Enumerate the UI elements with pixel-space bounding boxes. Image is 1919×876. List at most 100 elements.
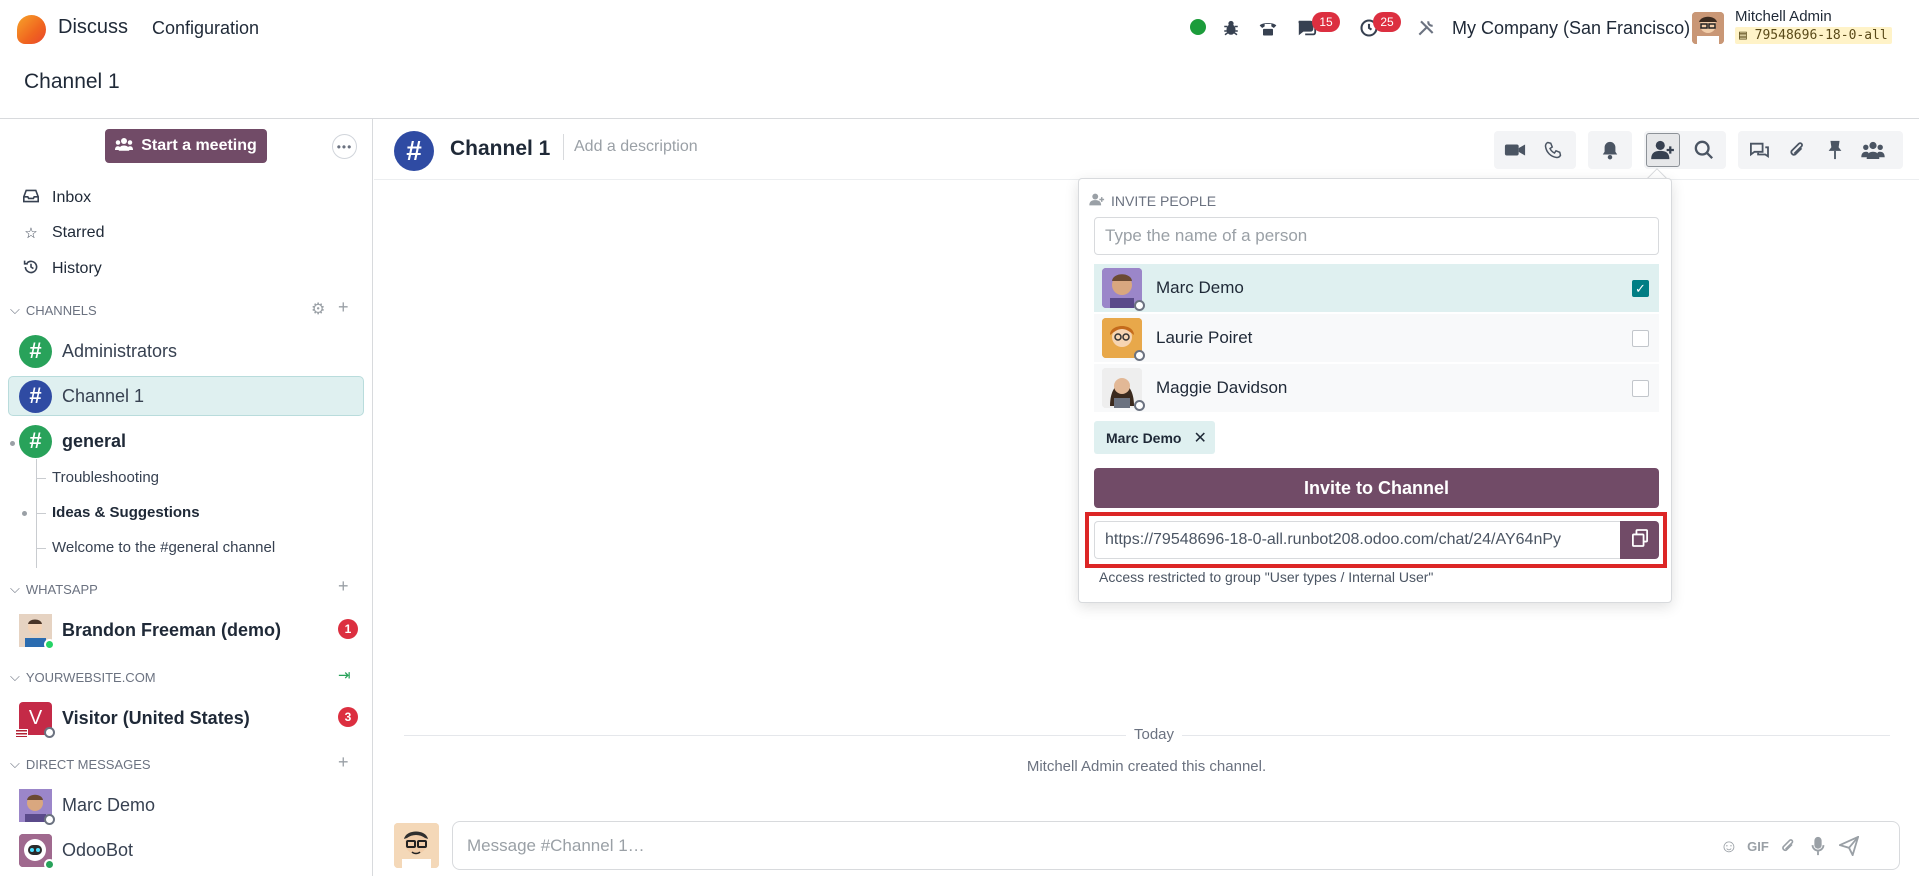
offline-status-icon xyxy=(1134,400,1145,411)
invite-to-channel-button[interactable]: Invite to Channel xyxy=(1094,468,1659,508)
channel-created-notification: Mitchell Admin created this channel. xyxy=(1026,758,1267,775)
direct-messages-category[interactable]: ⌵ Direct messages xyxy=(10,756,151,772)
whatsapp-category[interactable]: ⌵ WhatsApp xyxy=(10,581,98,597)
voice-message-microphone-icon[interactable] xyxy=(1806,834,1830,858)
thread-tree-branch xyxy=(36,548,46,549)
sidebar-visitor[interactable]: V Visitor (United States) xyxy=(8,698,364,738)
person-selected-checkbox[interactable]: ✓ xyxy=(1632,280,1649,297)
discuss-sidebar: Start a meeting ••• Inbox ☆ Starred Hist… xyxy=(0,119,373,876)
user-plus-icon xyxy=(1089,193,1105,209)
threads-icon[interactable] xyxy=(1742,133,1776,167)
access-restriction-note: Access restricted to group "User types /… xyxy=(1099,569,1434,585)
tools-icon[interactable] xyxy=(1412,14,1440,42)
website-category[interactable]: ⌵ yourwebsite.com xyxy=(10,669,156,685)
channel-name: Administrators xyxy=(62,340,178,361)
notification-bell-icon[interactable] xyxy=(1593,133,1627,167)
gif-label: GIF xyxy=(1747,838,1769,854)
video-call-icon[interactable] xyxy=(1498,133,1532,167)
members-list-icon[interactable] xyxy=(1856,133,1890,167)
invite-link-value: https://79548696-18-0-all.runbot208.odoo… xyxy=(1105,531,1562,548)
sidebar-channel-administrators[interactable]: # Administrators xyxy=(8,331,364,371)
visitor-name: Visitor (United States) xyxy=(62,707,250,728)
breadcrumb: Channel 1 xyxy=(24,70,120,93)
message-input[interactable]: Message #Channel 1… xyxy=(467,836,645,856)
message-composer[interactable]: Message #Channel 1… ☺ GIF xyxy=(452,821,1900,870)
discuss-app-logo[interactable] xyxy=(17,15,46,44)
invite-people-icon[interactable] xyxy=(1646,133,1680,167)
sidebar-channel-channel-1[interactable]: # Channel 1 xyxy=(8,376,364,416)
invite-person-row[interactable]: Maggie Davidson xyxy=(1094,364,1659,412)
invite-person-row[interactable]: Marc Demo ✓ xyxy=(1094,264,1659,312)
thread-description-input[interactable]: Add a description xyxy=(563,134,698,160)
app-name[interactable]: Discuss xyxy=(58,16,128,39)
channels-category[interactable]: ⌵ Channels xyxy=(10,302,97,318)
invite-person-row[interactable]: Laurie Poiret xyxy=(1094,314,1659,362)
send-icon[interactable] xyxy=(1837,834,1861,858)
chevron-down-icon: ⌵ xyxy=(10,302,20,317)
start-meeting-label: Start a meeting xyxy=(141,137,257,154)
add-whatsapp-icon[interactable]: + xyxy=(338,576,349,597)
online-status-icon[interactable] xyxy=(1190,19,1206,35)
unread-count-badge: 1 xyxy=(338,619,358,639)
chevron-down-icon: ⌵ xyxy=(10,581,20,596)
search-icon[interactable] xyxy=(1687,133,1721,167)
website-category-label: yourwebsite.com xyxy=(25,669,156,685)
offline-status-icon xyxy=(1134,350,1145,361)
add-direct-message-icon[interactable]: + xyxy=(338,752,349,773)
thread-title[interactable]: Channel 1 xyxy=(450,137,550,161)
sub-channel-welcome[interactable]: Welcome to the #general channel xyxy=(52,539,275,556)
attachments-paperclip-icon[interactable] xyxy=(1780,133,1814,167)
sidebar-item-history[interactable]: History xyxy=(22,259,102,279)
contact-name: Brandon Freeman (demo) xyxy=(62,619,282,640)
sidebar-dm-odoobot[interactable]: OdooBot xyxy=(8,830,364,870)
top-navbar: Discuss Configuration 15 25 My Company (… xyxy=(0,0,1919,56)
start-meeting-button[interactable]: Start a meeting xyxy=(105,129,267,163)
person-name: Laurie Poiret xyxy=(1156,328,1253,347)
contact-avatar xyxy=(19,613,55,650)
attach-file-icon[interactable] xyxy=(1776,834,1800,858)
sidebar-item-label: Starred xyxy=(52,224,105,241)
chevron-down-icon: ⌵ xyxy=(10,669,20,684)
user-avatar[interactable] xyxy=(1692,12,1724,44)
company-switcher[interactable]: My Company (San Francisco) xyxy=(1452,18,1690,39)
add-channel-icon[interactable]: + xyxy=(338,297,349,318)
inbox-icon xyxy=(22,189,40,207)
sidebar-item-inbox[interactable]: Inbox xyxy=(22,189,91,207)
person-unselected-checkbox[interactable] xyxy=(1632,330,1649,347)
sidebar-item-starred[interactable]: ☆ Starred xyxy=(22,224,104,242)
user-name[interactable]: Mitchell Admin xyxy=(1735,8,1832,25)
copy-link-button[interactable] xyxy=(1620,521,1659,559)
sidebar-options-icon[interactable]: ••• xyxy=(332,134,357,159)
channel-hash-icon: # xyxy=(394,131,434,171)
offline-status-icon xyxy=(1134,300,1145,311)
sub-channel-ideas-suggestions[interactable]: Ideas & Suggestions xyxy=(52,504,200,521)
emoji-icon[interactable]: ☺ xyxy=(1717,834,1741,858)
invite-search-input[interactable] xyxy=(1094,217,1659,255)
sidebar-channel-general[interactable]: # general xyxy=(8,421,364,461)
debug-bug-icon[interactable] xyxy=(1217,14,1245,42)
channels-settings-gear-icon[interactable]: ⚙ xyxy=(311,299,325,319)
remove-chip-close-icon[interactable]: ✕ xyxy=(1193,428,1206,448)
person-name: Maggie Davidson xyxy=(1156,378,1288,397)
sub-channel-troubleshooting[interactable]: Troubleshooting xyxy=(52,469,159,486)
unread-count-badge: 3 xyxy=(338,707,358,727)
join-livechat-icon[interactable]: ⇥ xyxy=(338,666,351,684)
sidebar-whatsapp-contact[interactable]: Brandon Freeman (demo) xyxy=(8,610,364,650)
person-unselected-checkbox[interactable] xyxy=(1632,380,1649,397)
us-flag-icon xyxy=(15,728,28,738)
menu-configuration[interactable]: Configuration xyxy=(152,18,259,39)
sidebar-dm-marc-demo[interactable]: Marc Demo xyxy=(8,785,364,825)
voice-call-icon[interactable] xyxy=(1536,133,1570,167)
channel-hash-icon: # xyxy=(19,424,52,458)
gif-icon[interactable]: GIF xyxy=(1746,834,1770,858)
chevron-down-icon: ⌵ xyxy=(10,756,20,771)
phone-icon[interactable] xyxy=(1254,14,1282,42)
selected-person-chip: Marc Demo ✕ xyxy=(1094,421,1215,454)
pinned-messages-icon[interactable] xyxy=(1818,133,1852,167)
sidebar-item-label: Inbox xyxy=(52,189,92,206)
channel-hash-icon: # xyxy=(19,334,52,368)
channel-name: general xyxy=(62,430,127,451)
thread-header: # Channel 1 Add a description xyxy=(374,119,1919,180)
odoobot-avatar xyxy=(19,833,55,870)
invite-link-input[interactable]: https://79548696-18-0-all.runbot208.odoo… xyxy=(1094,521,1622,559)
